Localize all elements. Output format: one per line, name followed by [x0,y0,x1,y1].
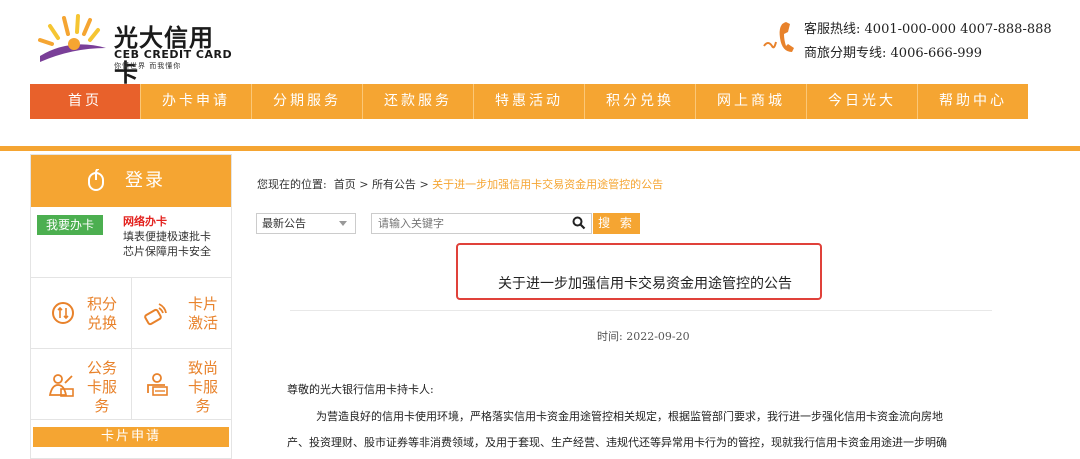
apply-card-button[interactable]: 我要办卡 [37,215,103,235]
card-activate-icon [144,303,167,326]
tile-label-line: 务 [94,397,110,415]
nav-item-points[interactable]: 积分兑换 [585,84,696,119]
logo-text-en: CEB CREDIT CARD [114,48,233,61]
hotline-travel-label: 商旅分期专线: [804,46,887,61]
main-nav: 首页 办卡申请 分期服务 还款服务 特惠活动 积分兑换 网上商城 今日光大 帮助… [30,84,1028,119]
article-paragraph-line: 产、投资理财、股市证券等非消费领域，及用于套现、生产经营、违规代还等异常用卡行为… [287,436,947,449]
sidebar: 登录 我要办卡 网络办卡 填表便捷极速批卡 芯片保障用卡安全 积分 兑换 卡片 … [30,154,232,459]
hotline-travel-value: 4006-666-999 [890,46,983,61]
nav-item-card-apply[interactable]: 办卡申请 [141,84,252,119]
nav-item-mall[interactable]: 网上商城 [696,84,807,119]
search-input[interactable] [371,213,592,234]
article-time-label: 时间: [597,330,623,343]
category-select[interactable]: 最新公告 [256,213,356,234]
sidebar-divider [131,277,132,419]
nav-item-help[interactable]: 帮助中心 [918,84,1028,119]
breadcrumb-current: 关于进一步加强信用卡交易资金用途管控的公告 [432,178,664,191]
tile-points-exchange-label: 积分 兑换 [87,295,117,333]
sidebar-divider [31,419,231,420]
article-paragraph-line: 为营造良好的信用卡使用环境，严格落实信用卡资金用途管控相关规定，根据监管部门要求… [316,410,943,423]
tile-label-line: 激活 [187,314,218,332]
hotline-service: 客服热线: 4001-000-000 4007-888-888 [804,18,1052,37]
brand-logo[interactable]: 光大信用卡 CEB CREDIT CARD 你懂世界 而我懂你 [34,8,234,87]
breadcrumb: 您现在的位置: 首页 > 所有公告 > 关于进一步加强信用卡交易资金用途管控的公… [257,176,663,192]
tile-label-line: 卡片 [187,295,218,313]
login-button[interactable]: 登录 [31,155,231,207]
points-exchange-icon [52,302,74,324]
breadcrumb-separator: > [359,178,369,191]
logo-slogan: 你懂世界 而我懂你 [114,62,182,70]
chevron-down-icon [339,221,347,226]
nav-item-home[interactable]: 首页 [30,84,141,119]
tile-label-line: 公务 [87,359,118,377]
header-divider [0,146,1080,151]
phone-icon [763,22,794,52]
hotline-service-label: 客服热线: [804,22,861,37]
online-apply-desc-2: 芯片保障用卡安全 [123,245,211,258]
tile-card-activate-label: 卡片 激活 [187,295,219,333]
breadcrumb-separator: > [419,178,429,191]
breadcrumb-home[interactable]: 首页 [334,178,356,191]
online-apply-desc-1: 填表便捷极速批卡 [123,230,211,243]
tile-label-line: 积分 [87,295,118,313]
nav-item-repayment[interactable]: 还款服务 [363,84,474,119]
nav-item-promotions[interactable]: 特惠活动 [474,84,585,119]
search-icon[interactable] [572,216,586,230]
official-card-icon [48,374,74,397]
title-divider [290,310,992,311]
hotline-travel: 商旅分期专线: 4006-666-999 [804,42,982,61]
tile-label-line: 兑换 [87,314,118,332]
article-greeting: 尊敬的光大银行信用卡持卡人: [287,383,434,396]
sunburst-logo-icon [38,14,106,62]
card-apply-header[interactable]: 卡片申请 [33,427,229,447]
nav-item-installment[interactable]: 分期服务 [252,84,363,119]
mouse-icon [88,169,104,191]
category-select-value: 最新公告 [262,217,306,230]
nav-item-today[interactable]: 今日光大 [807,84,918,119]
tile-premium-card-label: 致尚 卡服 务 [187,359,219,416]
breadcrumb-prefix: 您现在的位置: [257,178,327,191]
article-time-value: 2022-09-20 [626,330,690,343]
breadcrumb-section[interactable]: 所有公告 [372,178,416,191]
search-button[interactable]: 搜 索 [593,213,640,234]
tile-label-line: 卡服 [187,378,218,396]
hotline-service-value: 4001-000-000 4007-888-888 [864,22,1052,37]
tile-official-card-label: 公务 卡服 务 [87,359,117,416]
tile-label-line: 卡服 [87,378,118,396]
login-label: 登录 [125,170,165,191]
article-time: 时间: 2022-09-20 [597,328,690,344]
article-title: 关于进一步加强信用卡交易资金用途管控的公告 [498,276,792,292]
hotline-panel: 客服热线: 4001-000-000 4007-888-888 商旅分期专线: … [762,14,1062,64]
online-apply-link[interactable]: 网络办卡 [123,213,167,229]
premium-card-icon [147,373,168,396]
tile-label-line: 务 [195,397,211,415]
tile-label-line: 致尚 [187,359,218,377]
